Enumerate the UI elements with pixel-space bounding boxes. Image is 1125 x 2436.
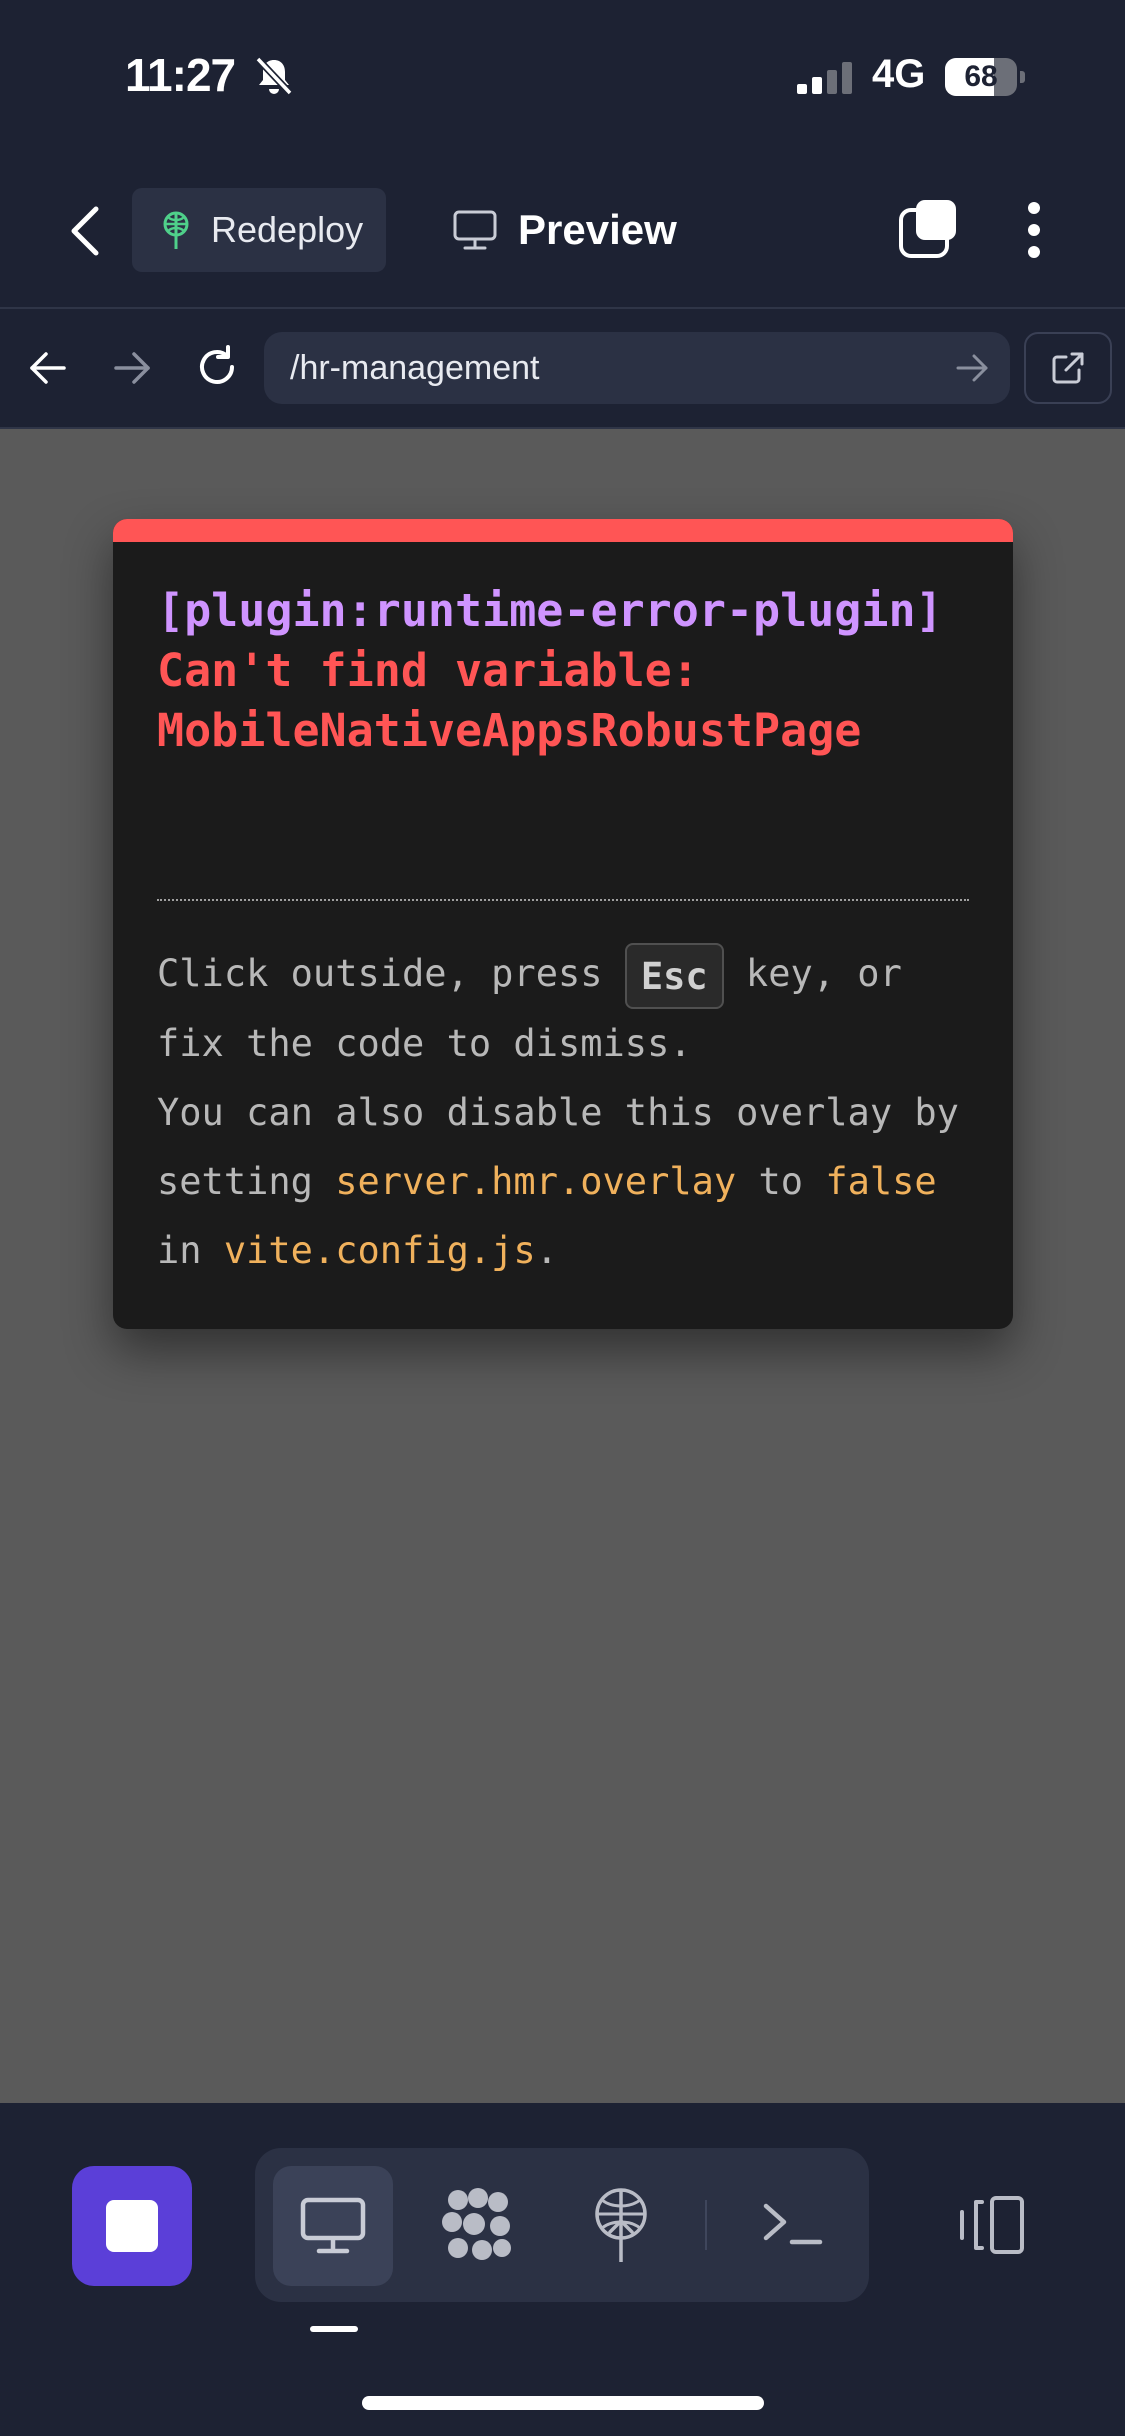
error-overlay[interactable]: [plugin:runtime-error-plugin] Can't find…: [113, 519, 1013, 1329]
active-tab-indicator: [310, 2326, 358, 2332]
error-tip: Click outside, press Esc key, or fix the…: [157, 939, 987, 1285]
signal-icon: [797, 62, 852, 94]
tip-in: in: [157, 1228, 202, 1272]
open-external-button[interactable]: [1024, 332, 1112, 404]
battery-icon: 68: [945, 58, 1025, 96]
monitor-icon: [300, 2197, 366, 2254]
tip-to: to: [758, 1159, 804, 1203]
terminal-icon[interactable]: [760, 2196, 824, 2252]
stop-button[interactable]: [72, 2166, 192, 2286]
status-time: 11:27: [125, 49, 236, 101]
tip-click: Click outside, press: [157, 952, 603, 995]
error-message: [plugin:runtime-error-plugin] Can't find…: [157, 581, 987, 761]
external-link-icon: [1052, 352, 1084, 384]
tip-setting: server.hmr.overlay: [335, 1159, 737, 1203]
url-input[interactable]: [264, 332, 1010, 404]
preview-dock-button[interactable]: [273, 2166, 393, 2286]
url-bar-divider: [0, 427, 1125, 429]
chevron-left-icon[interactable]: [62, 205, 108, 257]
deploy-icon[interactable]: [588, 2186, 654, 2264]
error-divider: [157, 899, 969, 901]
redeploy-label: Redeploy: [211, 209, 364, 250]
reload-icon[interactable]: [194, 344, 240, 390]
bell-slash-icon: [255, 56, 293, 96]
home-indicator[interactable]: [362, 2396, 764, 2410]
dock-separator: [705, 2200, 707, 2250]
deploy-icon: [163, 211, 189, 249]
arrow-right-icon[interactable]: [112, 348, 152, 388]
redeploy-button[interactable]: Redeploy: [132, 188, 386, 272]
battery-percent: 68: [964, 60, 998, 93]
network-type: 4G: [872, 52, 926, 96]
esc-key: Esc: [624, 942, 724, 1009]
error-text: Can't find variable: MobileNativeAppsRob…: [157, 644, 862, 757]
stop-icon: [106, 2200, 158, 2252]
go-arrow-icon[interactable]: [954, 350, 990, 386]
agents-icon[interactable]: [438, 2186, 518, 2266]
arrow-left-icon[interactable]: [28, 348, 68, 388]
error-plugin-name: [plugin:runtime-error-plugin]: [157, 584, 943, 637]
tabs-icon[interactable]: [898, 198, 960, 260]
monitor-icon: [453, 210, 497, 250]
tip-end: .: [535, 1228, 558, 1272]
preview-tab[interactable]: Preview: [452, 200, 677, 260]
panels-icon[interactable]: [958, 2194, 1028, 2256]
tip-config: vite.config.js: [223, 1228, 536, 1272]
preview-label: Preview: [518, 206, 677, 253]
error-stripe: [113, 519, 1013, 542]
tip-false: false: [825, 1159, 937, 1203]
more-vertical-icon[interactable]: [1022, 200, 1046, 260]
